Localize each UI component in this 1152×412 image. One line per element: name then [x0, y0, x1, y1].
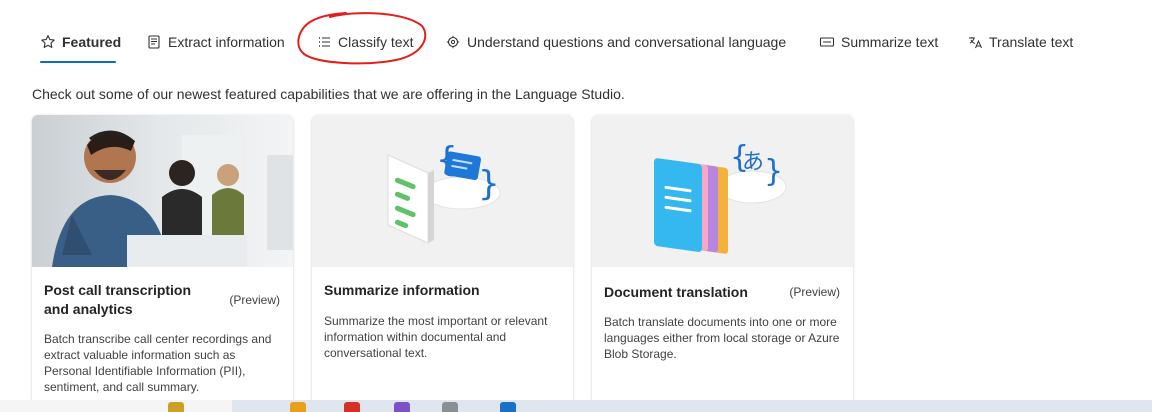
- card-title: Document translation: [604, 284, 748, 300]
- taskbar-folder-icon[interactable]: [290, 402, 306, 412]
- taskbar-app-icon-3[interactable]: [442, 402, 458, 412]
- tab-featured-label: Featured: [62, 34, 122, 50]
- card-post-call-transcription[interactable]: Post call transcription and analytics (P…: [32, 115, 293, 405]
- tab-featured[interactable]: Featured: [40, 26, 121, 58]
- preview-badge: (Preview): [229, 293, 280, 307]
- taskbar-app-icon-2[interactable]: [394, 402, 410, 412]
- star-icon: [40, 34, 56, 50]
- card-description: Batch transcribe call center recordings …: [44, 332, 272, 394]
- tab-extract-information[interactable]: Extract information: [146, 26, 285, 58]
- taskbar-chrome-icon[interactable]: [344, 402, 360, 412]
- tab-classify-text[interactable]: Classify text: [316, 26, 413, 58]
- card-summarize-information[interactable]: { } Summarize information Summarize the …: [312, 115, 573, 405]
- card-document-translation[interactable]: { あ } Document translation (Preview) Bat…: [592, 115, 853, 405]
- intro-text: Check out some of our newest featured ca…: [32, 86, 625, 102]
- card-description: Summarize the most important or relevant…: [324, 314, 548, 360]
- taskbar-app-icon[interactable]: [168, 402, 184, 412]
- summary-icon: [819, 34, 835, 50]
- tab-summarize-text-label: Summarize text: [841, 34, 939, 50]
- tab-classify-text-label: Classify text: [338, 34, 414, 50]
- translation-illustration: { あ }: [592, 115, 853, 267]
- list-icon: [316, 34, 332, 50]
- document-icon: [146, 34, 162, 50]
- taskbar-left-area: [0, 400, 232, 412]
- tab-translate-text[interactable]: Translate text: [967, 26, 1073, 58]
- preview-badge: (Preview): [789, 285, 840, 299]
- svg-text:あ: あ: [742, 150, 764, 175]
- active-tab-indicator: [40, 61, 116, 63]
- taskbar: [0, 400, 1152, 412]
- card-title: Post call transcription and analytics: [44, 282, 192, 317]
- taskbar-app-icon-4[interactable]: [500, 402, 516, 412]
- summarize-illustration: { }: [312, 115, 573, 267]
- tab-understand-questions-label: Understand questions and conversational …: [467, 34, 787, 50]
- tab-summarize-text[interactable]: Summarize text: [819, 26, 938, 58]
- card-title: Summarize information: [324, 282, 480, 298]
- tab-understand-questions[interactable]: Understand questions and conversational …: [445, 26, 786, 58]
- tab-translate-text-label: Translate text: [989, 34, 1074, 50]
- card-description: Batch translate documents into one or mo…: [604, 315, 840, 361]
- tab-extract-information-label: Extract information: [168, 34, 285, 50]
- chat-gear-icon: [445, 34, 461, 50]
- svg-text:}: }: [478, 164, 500, 204]
- call-center-photo: [32, 115, 293, 267]
- svg-text:}: }: [764, 154, 783, 189]
- translate-icon: [967, 34, 983, 50]
